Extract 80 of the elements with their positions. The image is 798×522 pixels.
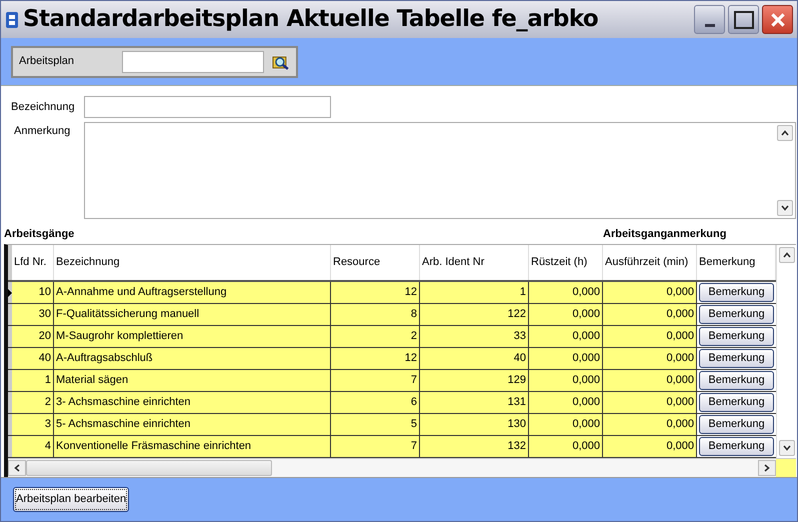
section-label: Arbeitsganganmerkung: [603, 226, 726, 242]
edit-plan-button[interactable]: Arbeitsplan bearbeiten: [13, 487, 130, 512]
table-cell: 2: [12, 392, 54, 413]
table-cell: 0,000: [529, 348, 603, 369]
column-header[interactable]: Lfd Nr.: [12, 245, 54, 280]
table-cell: 7: [331, 370, 420, 391]
table-cell: Konventionelle Fräsmaschine einrichten: [54, 436, 331, 457]
section-label: Arbeitsgänge: [3, 226, 76, 242]
table-cell: M-Saugrohr komplettieren: [54, 326, 331, 347]
table-cell: 8: [331, 304, 420, 325]
remark-button[interactable]: Bemerkung: [699, 393, 774, 412]
chevron-left-icon: [14, 464, 20, 472]
table-cell: 33: [420, 326, 529, 347]
remark-button[interactable]: Bemerkung: [699, 371, 774, 390]
remark-button[interactable]: Bemerkung: [699, 305, 774, 324]
minimize-button[interactable]: [694, 5, 725, 34]
table-cell: 6: [331, 392, 420, 413]
table-cell: 122: [420, 304, 529, 325]
input-field[interactable]: [84, 96, 331, 118]
table-cell: 131: [420, 392, 529, 413]
search-icon[interactable]: [272, 54, 290, 70]
table-cell: 12: [331, 282, 420, 303]
chevron-up-icon: [782, 252, 790, 258]
table-cell: 0,000: [529, 326, 603, 347]
table-cell: 40: [12, 348, 54, 369]
table-cell: 4: [12, 436, 54, 457]
table-cell: 10: [12, 282, 54, 303]
table-cell: 3- Achsmaschine einrichten: [54, 392, 331, 413]
table-cell: A-Annahme und Auftragserstellung: [54, 282, 331, 303]
field-label: Arbeitsplan: [19, 54, 76, 70]
input-field[interactable]: [122, 50, 264, 72]
table-cell: 3: [12, 414, 54, 435]
remark-button[interactable]: Bemerkung: [699, 283, 774, 302]
table-cell: 0,000: [529, 414, 603, 435]
close-button[interactable]: [762, 5, 793, 34]
column-header[interactable]: Ausführzeit (min): [603, 245, 697, 280]
scrollbar[interactable]: [776, 245, 796, 458]
table-cell: 130: [420, 414, 529, 435]
chevron-right-icon: [764, 464, 770, 472]
table-cell: 12: [331, 348, 420, 369]
table-cell: 2: [331, 326, 420, 347]
column-header[interactable]: Resource: [331, 245, 420, 280]
table-cell: Material sägen: [54, 370, 331, 391]
grid-corner: [776, 459, 796, 477]
table-cell: 40: [420, 348, 529, 369]
column-header[interactable]: Rüstzeit (h): [529, 245, 603, 280]
remark-button[interactable]: Bemerkung: [699, 415, 774, 434]
chevron-down-icon: [782, 445, 790, 451]
table-cell: 0,000: [529, 282, 603, 303]
table-cell: 132: [420, 436, 529, 457]
app-icon: [5, 10, 19, 28]
chevron-down-icon: [781, 205, 789, 212]
table-cell: 5- Achsmaschine einrichten: [54, 414, 331, 435]
table-cell: 0,000: [529, 436, 603, 457]
remark-button[interactable]: Bemerkung: [699, 349, 774, 368]
scrollbar[interactable]: [775, 123, 795, 218]
window-title: Standardarbeitsplan Aktuelle Tabelle fe_arbko: [23, 5, 598, 34]
chevron-up-icon: [781, 130, 789, 136]
table-cell: 129: [420, 370, 529, 391]
column-header[interactable]: Arb. Ident Nr: [420, 245, 529, 280]
column-header[interactable]: Bezeichnung: [54, 245, 331, 280]
table-cell: 1: [420, 282, 529, 303]
text-area[interactable]: [84, 122, 796, 220]
remark-button[interactable]: Bemerkung: [699, 327, 774, 346]
field-label: Bezeichnung: [10, 100, 76, 115]
maximize-button[interactable]: [728, 5, 759, 34]
table-cell: A-Auftragsabschluß: [54, 348, 331, 369]
table-cell: 0,000: [529, 392, 603, 413]
table-cell: 5: [331, 414, 420, 435]
table-cell: F-Qualitätssicherung manuell: [54, 304, 331, 325]
table-cell: 20: [12, 326, 54, 347]
table-cell: 1: [12, 370, 54, 391]
field-label: Anmerkung: [13, 124, 72, 138]
table-cell: 0,000: [529, 304, 603, 325]
table-cell: 30: [12, 304, 54, 325]
close-icon: [770, 12, 786, 28]
table-cell: 0,000: [529, 370, 603, 391]
remark-button[interactable]: Bemerkung: [699, 437, 774, 456]
table-cell: 7: [331, 436, 420, 457]
scrollbar[interactable]: [8, 459, 776, 477]
